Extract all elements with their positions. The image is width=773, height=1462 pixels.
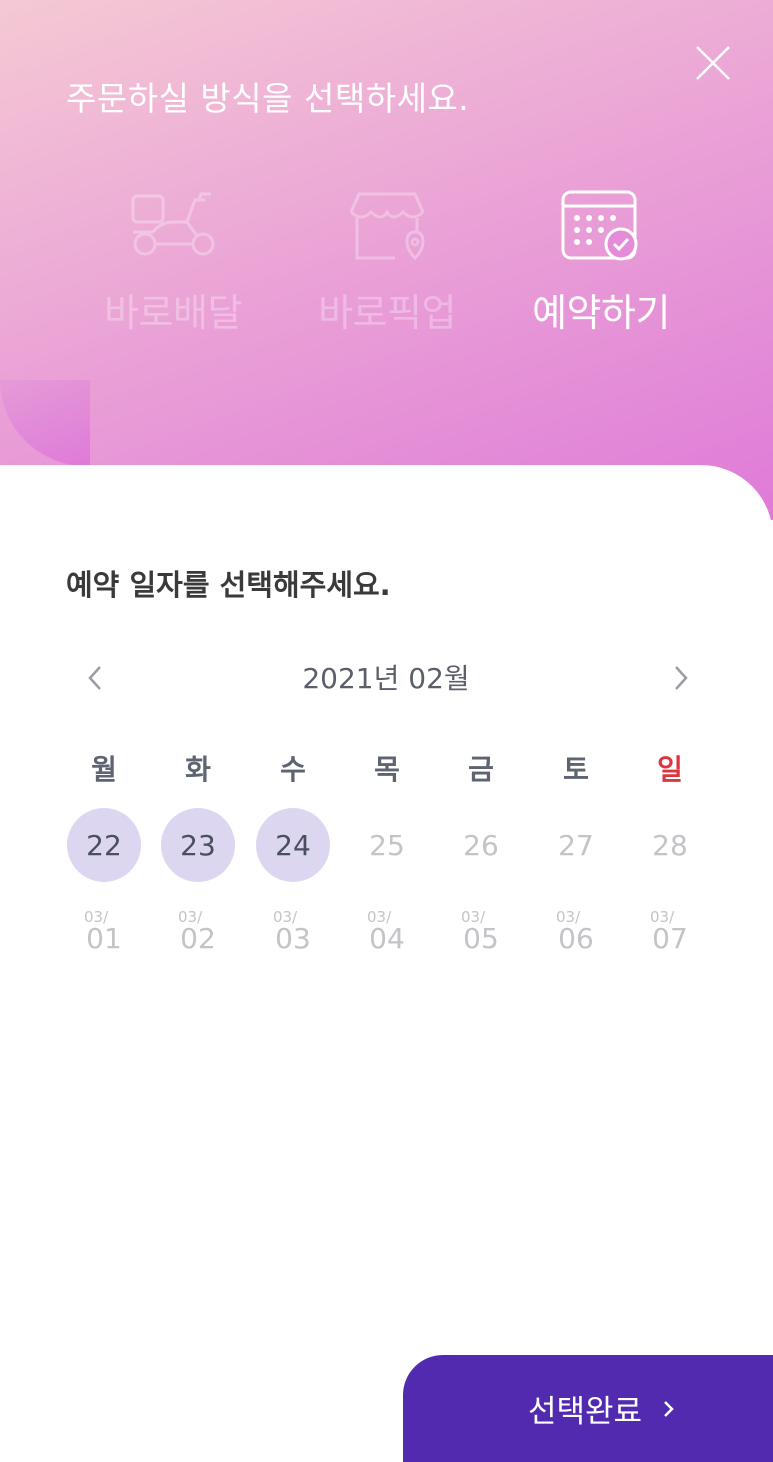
month-prefix: 03/ bbox=[84, 908, 109, 926]
calendar-day[interactable]: 22 bbox=[67, 808, 141, 882]
mode-delivery-label: 바로배달 bbox=[104, 291, 242, 335]
store-icon bbox=[349, 192, 425, 261]
section-title: 예약 일자를 선택해주세요. bbox=[66, 568, 391, 602]
mode-reservation-label: 예약하기 bbox=[532, 291, 670, 335]
day-number: 05 bbox=[463, 922, 499, 955]
weekday-sun: 일 bbox=[657, 753, 683, 786]
calendar-day-disabled: 03/ 05 bbox=[444, 908, 518, 955]
calendar-day-disabled: 03/ 01 bbox=[67, 908, 141, 955]
calendar-day-disabled: 03/ 04 bbox=[350, 908, 424, 955]
confirm-label: 선택완료 bbox=[527, 1394, 643, 1430]
calendar-day[interactable]: 24 bbox=[256, 808, 330, 882]
day-number: 03 bbox=[275, 922, 311, 955]
calendar-day-disabled: 03/ 06 bbox=[539, 908, 613, 955]
calendar-day-disabled: 25 bbox=[369, 828, 405, 862]
mode-pickup-label: 바로픽업 bbox=[318, 291, 456, 335]
day-number: 04 bbox=[369, 922, 405, 955]
weekday-sat: 토 bbox=[563, 753, 589, 786]
close-icon bbox=[696, 46, 730, 80]
calendar-day-disabled: 27 bbox=[558, 828, 594, 862]
calendar-day-disabled: 03/ 03 bbox=[256, 908, 330, 955]
weekday-fri: 금 bbox=[468, 753, 494, 786]
weekday-tue: 화 bbox=[185, 753, 211, 786]
month-navigation: 2021년 02월 bbox=[66, 655, 706, 701]
order-type-header: 주문하실 방식을 선택하세요. 바로배달 바로픽업 예약하기 bbox=[0, 0, 773, 520]
month-prefix: 03/ bbox=[367, 908, 392, 926]
day-number: 02 bbox=[180, 922, 216, 955]
scooter-icon bbox=[131, 192, 215, 256]
close-button[interactable] bbox=[694, 44, 732, 82]
next-month-button[interactable] bbox=[664, 661, 698, 695]
chevron-right-icon bbox=[664, 1400, 674, 1417]
calendar-day-disabled: 28 bbox=[652, 828, 688, 862]
mode-pickup[interactable]: 바로픽업 bbox=[302, 182, 472, 337]
calendar-day[interactable]: 23 bbox=[161, 808, 235, 882]
weekday-wed: 수 bbox=[280, 753, 306, 786]
confirm-button[interactable]: 선택완료 bbox=[403, 1355, 773, 1462]
weekday-mon: 월 bbox=[91, 753, 117, 786]
month-prefix: 03/ bbox=[178, 908, 203, 926]
month-prefix: 03/ bbox=[273, 908, 298, 926]
calendar-day-disabled: 03/ 07 bbox=[633, 908, 707, 955]
month-prefix: 03/ bbox=[650, 908, 675, 926]
day-number: 01 bbox=[86, 922, 122, 955]
page-title: 주문하실 방식을 선택하세요. bbox=[66, 79, 470, 118]
day-number: 07 bbox=[652, 922, 688, 955]
month-prefix: 03/ bbox=[556, 908, 581, 926]
calendar-check-icon bbox=[561, 190, 638, 261]
mode-delivery[interactable]: 바로배달 bbox=[88, 182, 258, 337]
month-prefix: 03/ bbox=[461, 908, 486, 926]
day-number: 06 bbox=[558, 922, 594, 955]
weekday-thu: 목 bbox=[374, 753, 400, 786]
month-label: 2021년 02월 bbox=[302, 662, 470, 695]
chevron-right-icon bbox=[675, 666, 688, 690]
mode-reservation[interactable]: 예약하기 bbox=[516, 182, 686, 337]
calendar-day-disabled: 26 bbox=[463, 828, 499, 862]
calendar-day-disabled: 03/ 02 bbox=[161, 908, 235, 955]
